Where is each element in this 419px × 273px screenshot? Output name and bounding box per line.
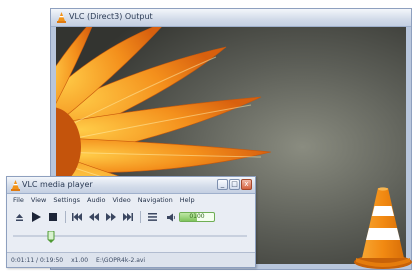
play-button[interactable] bbox=[28, 210, 44, 224]
playlist-button[interactable] bbox=[144, 210, 160, 224]
toolbar-divider bbox=[140, 211, 141, 223]
rewind-button[interactable] bbox=[86, 210, 102, 224]
seek-handle[interactable] bbox=[47, 231, 55, 243]
minimize-button[interactable]: _ bbox=[217, 179, 228, 190]
vlc-player-title: VLC media player bbox=[22, 180, 93, 189]
video-output-title: VLC (Direct3) Output bbox=[69, 12, 153, 21]
volume-level-label: 0100 bbox=[189, 213, 205, 220]
fast-forward-icon bbox=[106, 213, 116, 221]
seek-bar[interactable] bbox=[13, 229, 247, 243]
volume-control[interactable]: 0100 bbox=[167, 212, 215, 222]
maximize-button[interactable]: □ bbox=[229, 179, 240, 190]
volume-slider[interactable]: 0100 bbox=[179, 212, 215, 222]
vlc-cone-icon bbox=[57, 12, 66, 23]
menu-settings[interactable]: Settings bbox=[53, 194, 80, 206]
menu-bar: File View Settings Audio Video Navigatio… bbox=[9, 194, 253, 206]
menu-help[interactable]: Help bbox=[180, 194, 195, 206]
status-speed: x1.00 bbox=[71, 256, 89, 264]
next-button[interactable] bbox=[120, 210, 136, 224]
vlc-player-window[interactable]: VLC media player _ □ x File View Setting… bbox=[6, 176, 256, 268]
window-controls: _ □ x bbox=[217, 179, 252, 190]
eject-button[interactable] bbox=[11, 210, 27, 224]
rewind-icon bbox=[89, 213, 99, 221]
vlc-cone-logo bbox=[354, 187, 412, 269]
status-file: E:\GOPR4k-2.avi bbox=[96, 256, 146, 264]
playlist-icon bbox=[147, 213, 157, 221]
previous-button[interactable] bbox=[69, 210, 85, 224]
close-button[interactable]: x bbox=[241, 179, 252, 190]
menu-video[interactable]: Video bbox=[112, 194, 130, 206]
vlc-cone-icon bbox=[11, 180, 20, 191]
status-time: 0:01:11 / 0:19:50 bbox=[11, 256, 64, 264]
previous-icon bbox=[72, 213, 82, 221]
stop-button[interactable] bbox=[45, 210, 61, 224]
menu-file[interactable]: File bbox=[13, 194, 24, 206]
menu-navigation[interactable]: Navigation bbox=[138, 194, 173, 206]
fast-forward-button[interactable] bbox=[103, 210, 119, 224]
stop-icon bbox=[49, 213, 57, 221]
playback-toolbar: 0100 bbox=[11, 208, 251, 226]
play-icon bbox=[32, 212, 41, 222]
menu-audio[interactable]: Audio bbox=[87, 194, 105, 206]
eject-icon bbox=[15, 213, 23, 221]
speaker-icon bbox=[167, 213, 176, 221]
menu-view[interactable]: View bbox=[31, 194, 46, 206]
next-icon bbox=[123, 213, 133, 221]
toolbar-divider bbox=[65, 211, 66, 223]
video-output-titlebar[interactable]: VLC (Direct3) Output bbox=[51, 9, 411, 27]
status-bar: 0:01:11 / 0:19:50 x1.00 E:\GOPR4k-2.avi bbox=[7, 252, 255, 267]
vlc-player-titlebar[interactable]: VLC media player _ □ x bbox=[7, 177, 255, 194]
